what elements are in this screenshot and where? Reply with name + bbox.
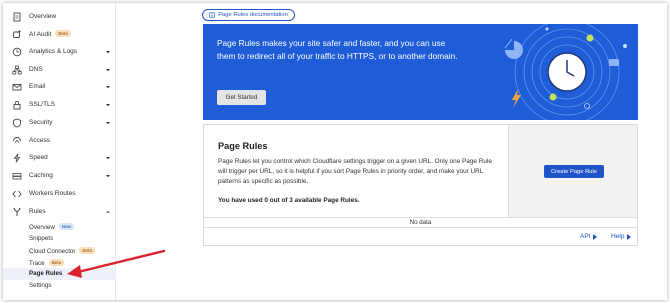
chevron-down-icon [106,69,110,72]
sidebar-item-email[interactable]: Email [3,79,116,95]
chevron-down-icon [106,157,110,160]
sidebar-subitem-overview[interactable]: Overview New [3,221,116,233]
sidebar-item-ssl-tls[interactable]: SSL/TLS [3,97,116,113]
rules-fork-icon [13,208,21,216]
create-rule-panel: Create Page Rule [508,125,637,217]
sidebar-item-overview[interactable]: Overview [3,9,116,25]
book-icon [209,12,215,18]
card-title: Page Rules [218,141,268,151]
sidebar-item-label: DNS [29,66,43,73]
sidebar-item-security[interactable]: Security [3,115,116,131]
sidebar-item-access[interactable]: Access [3,133,116,149]
sidebar-subitem-label: Trace [29,260,45,267]
network-icon [12,65,22,75]
page-rules-info: Page Rules Page Rules let you control wh… [204,125,508,217]
sidebar-subitem-cloud-connector[interactable]: Cloud Connector Beta [3,245,116,257]
hero-text: Page Rules makes your site safer and fas… [217,38,458,61]
create-page-rule-button[interactable]: Create Page Rule [544,165,604,178]
sidebar-subitem-label: Settings [29,282,52,289]
app-window: Overview AI Audit Beta Analytics & Logs D… [3,3,667,300]
sidebar-item-dns[interactable]: DNS [3,62,116,78]
sidebar-item-speed[interactable]: Speed [3,150,116,166]
new-badge: New [58,223,74,230]
page-rules-card: Page Rules Page Rules let you control wh… [203,124,638,246]
chevron-down-icon [106,122,110,125]
lightning-icon [13,153,21,163]
beta-badge: Beta [48,259,65,266]
chevron-down-icon [106,104,110,107]
chevron-up-icon [106,210,110,214]
page-rules-documentation-link[interactable]: Page Rules documentation [202,9,295,21]
drive-icon [12,173,22,180]
clock-chart-icon [12,47,22,57]
sidebar-item-label: Access [29,137,50,144]
sidebar-item-label: Security [29,119,53,126]
caret-right-icon [592,233,597,240]
sidebar-subitem-page-rules[interactable]: Page Rules [3,268,116,280]
api-link[interactable]: API [580,233,597,240]
sidebar-subitem-snippets[interactable]: Snippets [3,233,116,245]
sidebar-item-caching[interactable]: Caching [3,168,116,184]
page-rules-hero-banner: Page Rules makes your site safer and fas… [203,24,638,120]
usage-summary: You have used 0 out of 3 available Page … [218,197,360,204]
caret-right-icon [626,233,631,240]
chevron-down-icon [106,51,110,54]
sidebar-subitem-label: Cloud Connector [29,248,76,255]
sidebar-item-label: Caching [29,172,53,179]
workers-icon [12,190,22,198]
sidebar-item-label: Overview [29,13,57,20]
get-started-button[interactable]: Get Started [217,90,266,105]
sidebar-item-workers-routes[interactable]: Workers Routes [3,186,116,202]
sidebar-item-label: Workers Routes [29,190,76,197]
sidebar-item-label: Speed [29,154,48,161]
clock-illustration [504,24,627,120]
sparkle-icon [13,29,22,38]
access-icon [13,137,21,143]
sidebar-subitem-label: Snippets [29,235,54,242]
help-link-label: Help [611,233,625,240]
beta-badge: Beta [79,247,95,254]
sidebar-subitem-label: Overview [29,224,55,231]
sidebar-subitem-label: Page Rules [29,270,63,277]
chevron-down-icon [106,86,110,89]
document-icon [13,12,21,22]
sidebar-item-label: Email [29,83,46,90]
sidebar-item-rules[interactable]: Rules [3,204,116,220]
sidebar-item-ai-audit[interactable]: AI Audit Beta [3,26,116,42]
sidebar-item-label: Rules [29,208,46,215]
lock-icon [13,100,21,110]
sidebar-item-label: Analytics & Logs [29,48,78,55]
empty-state: No data [204,217,637,228]
shield-icon [13,118,21,128]
doc-link-label: Page Rules documentation [218,12,288,18]
envelope-icon [12,84,22,91]
chevron-down-icon [106,175,110,178]
sidebar-item-label: AI Audit [29,31,52,38]
card-description: Page Rules let you control which Cloudfl… [218,158,492,185]
api-link-label: API [580,233,591,240]
sidebar-item-analytics-logs[interactable]: Analytics & Logs [3,44,116,60]
sidebar: Overview AI Audit Beta Analytics & Logs D… [3,3,116,300]
sidebar-subitem-settings[interactable]: Settings [3,280,116,292]
beta-badge: Beta [55,30,71,37]
help-link[interactable]: Help [611,233,631,240]
sidebar-item-label: SSL/TLS [29,101,56,108]
